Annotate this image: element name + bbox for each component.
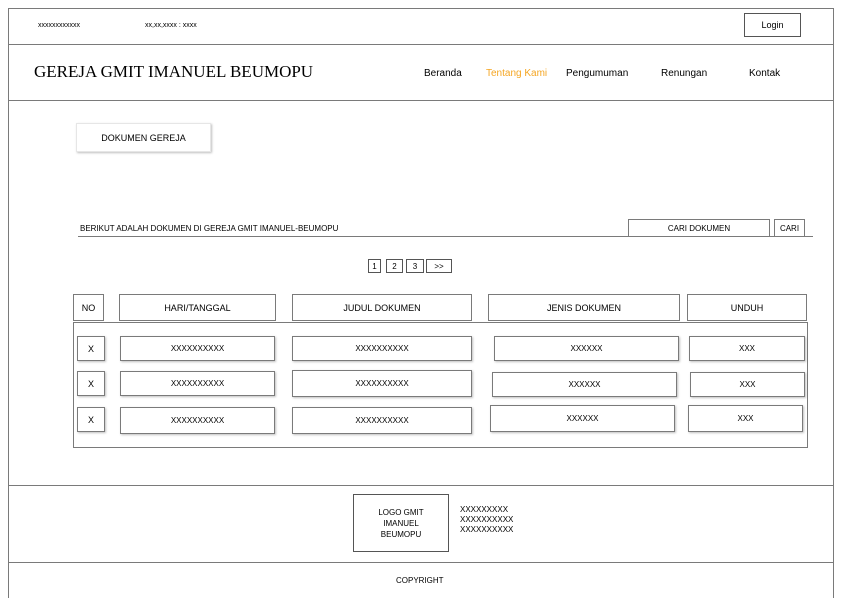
footer-info-line-3: XXXXXXXXXX: [460, 525, 514, 534]
row-1-type: XXXXXX: [494, 336, 679, 361]
nav-renungan[interactable]: Renungan: [661, 68, 707, 79]
row-3-type: XXXXXX: [490, 405, 675, 432]
description-text: BERIKUT ADALAH DOKUMEN DI GEREJA GMIT IM…: [80, 224, 339, 233]
footer-logo: LOGO GMIT IMANUEL BEUMOPU: [353, 494, 449, 552]
row-3-title: XXXXXXXXXX: [292, 407, 472, 434]
footer-info-line-1: XXXXXXXXX: [460, 505, 509, 514]
row-2-no: X: [77, 371, 105, 396]
header-hari-tanggal: HARI/TANGGAL: [119, 294, 276, 321]
copyright-text: COPYRIGHT: [396, 576, 444, 585]
row-3-date: XXXXXXXXXX: [120, 407, 275, 434]
nav-beranda[interactable]: Beranda: [424, 68, 462, 79]
row-1-title: XXXXXXXXXX: [292, 336, 472, 361]
copyright-divider: [8, 562, 833, 563]
nav-pengumuman[interactable]: Pengumuman: [566, 68, 628, 79]
dokumen-gereja-button[interactable]: DOKUMEN GEREJA: [76, 123, 211, 152]
footer-divider: [8, 485, 833, 486]
site-title: GEREJA GMIT IMANUEL BEUMOPU: [34, 62, 314, 81]
page-3-button[interactable]: 3: [406, 259, 424, 273]
footer-info-line-2: XXXXXXXXXX: [460, 515, 514, 524]
search-button[interactable]: CARI: [774, 219, 805, 237]
page-1-button[interactable]: 1: [368, 259, 381, 273]
nav-tentang-kami[interactable]: Tentang Kami: [486, 68, 547, 79]
header-judul-dokumen: JUDUL DOKUMEN: [292, 294, 472, 321]
header-unduh: UNDUH: [687, 294, 807, 321]
login-button[interactable]: Login: [744, 13, 801, 37]
row-1-download-button[interactable]: XXX: [689, 336, 805, 361]
row-1-date: XXXXXXXXXX: [120, 336, 275, 361]
row-3-no: X: [77, 407, 105, 432]
footer-logo-line-1: LOGO GMIT: [378, 507, 424, 517]
row-2-date: XXXXXXXXXX: [120, 371, 275, 396]
footer-logo-line-2: IMANUEL: [383, 518, 419, 528]
page-2-button[interactable]: 2: [386, 259, 403, 273]
row-2-type: XXXXXX: [492, 372, 677, 397]
search-input[interactable]: CARI DOKUMEN: [628, 219, 770, 237]
nav-kontak[interactable]: Kontak: [749, 68, 780, 79]
page-next-button[interactable]: >>: [426, 259, 452, 273]
header-jenis-dokumen: JENIS DOKUMEN: [488, 294, 680, 321]
footer-logo-line-3: BEUMOPU: [380, 529, 422, 539]
row-2-title: XXXXXXXXXX: [292, 370, 472, 397]
footer-info: XXXXXXXXX XXXXXXXXXX XXXXXXXXXX: [460, 505, 513, 535]
header-no: NO: [73, 294, 104, 321]
row-2-download-button[interactable]: XXX: [690, 372, 805, 397]
row-1-no: X: [77, 336, 105, 361]
topbar-text: xxxxxxxxxxxx: [38, 22, 80, 29]
topbar-datetime: xx,xx,xxxx : xxxx: [145, 22, 197, 29]
row-3-download-button[interactable]: XXX: [688, 405, 803, 432]
header-divider: [8, 100, 833, 101]
topbar-divider: [8, 44, 833, 45]
